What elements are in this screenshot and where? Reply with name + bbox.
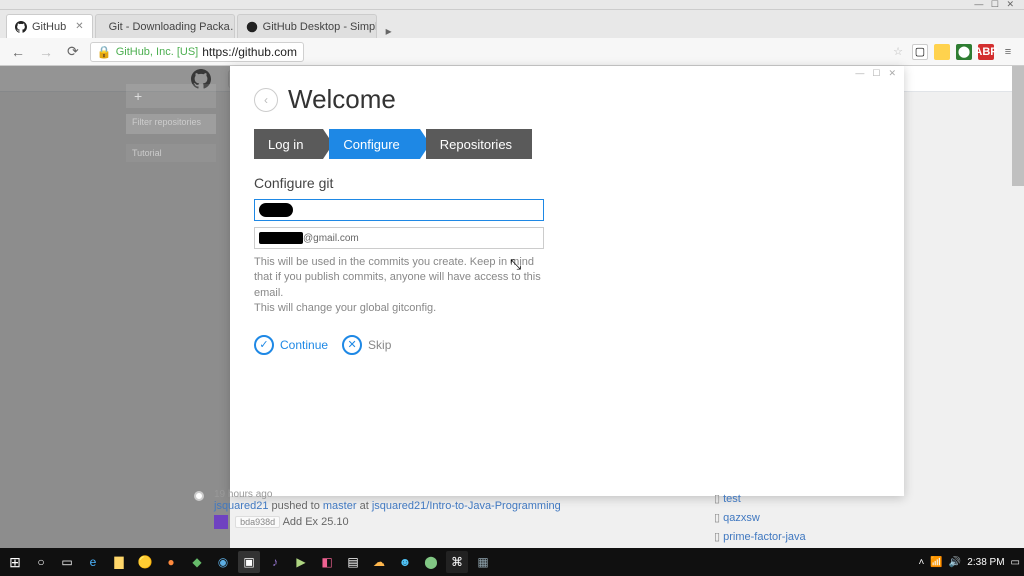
step-configure[interactable]: Configure	[329, 129, 419, 159]
cortana-icon[interactable]: ○	[30, 551, 52, 573]
extension-icon[interactable]: ▢	[912, 44, 928, 60]
adblock-icon[interactable]: ABP	[978, 44, 994, 60]
repo-link[interactable]: jsquared21/Intro-to-Java-Programming	[372, 500, 561, 512]
app-icon[interactable]: ⌘	[446, 551, 468, 573]
app-icon[interactable]: ◧	[316, 551, 338, 573]
reload-button[interactable]: ⟳	[64, 43, 82, 60]
repo-item[interactable]: qazxsw	[714, 508, 1014, 527]
help-text: This will change your global gitconfig.	[254, 301, 544, 316]
tray-icon[interactable]: 🔊	[949, 557, 961, 568]
windows-taskbar: ⊞ ○ ▭ e ▇ 🟡 ● ◆ ◉ ▣ ♪ ▶ ◧ ▤ ☁ ☻ ⬤ ⌘ ▦ ˄ …	[0, 548, 1024, 576]
github-icon	[246, 21, 258, 33]
firefox-icon[interactable]: ●	[160, 551, 182, 573]
repo-item[interactable]: test	[714, 489, 1014, 508]
email-field[interactable]: @gmail.com	[254, 227, 544, 249]
welcome-title: Welcome	[288, 84, 396, 115]
chrome-icon[interactable]: 🟡	[134, 551, 156, 573]
browser-tab-desktop[interactable]: GitHub Desktop - Simpl… ✕	[237, 14, 377, 38]
address-bar[interactable]: 🔒 GitHub, Inc. [US] https://github.com	[90, 42, 304, 62]
commit-message: Add Ex 25.10	[283, 516, 349, 528]
secure-org: GitHub, Inc. [US]	[116, 46, 199, 58]
name-field[interactable]	[254, 199, 544, 221]
repo-item[interactable]: prime-factor-java	[714, 527, 1014, 546]
app-icon[interactable]: ▣	[238, 551, 260, 573]
tab-title: Git - Downloading Packa…	[109, 21, 235, 33]
app-icon[interactable]: ♪	[264, 551, 286, 573]
skip-button[interactable]: ✕ Skip	[342, 335, 391, 355]
new-tab-button[interactable]: ▸	[379, 24, 399, 38]
extension-icon[interactable]	[934, 44, 950, 60]
extension-icon[interactable]: ⬤	[956, 44, 972, 60]
branch-link[interactable]: master	[323, 500, 357, 512]
app-icon[interactable]: ▦	[472, 551, 494, 573]
help-text: This will be used in the commits you cre…	[254, 255, 544, 301]
step-repositories[interactable]: Repositories	[426, 129, 532, 159]
timeline-dot-icon	[194, 491, 204, 501]
step-login[interactable]: Log in	[254, 129, 323, 159]
section-title: Configure git	[254, 175, 880, 191]
scrollbar-thumb[interactable]	[1012, 66, 1024, 186]
add-repo-button[interactable]: +	[126, 84, 216, 108]
continue-button[interactable]: ✓ Continue	[254, 335, 328, 355]
edge-icon[interactable]: e	[82, 551, 104, 573]
commit-avatar	[214, 515, 228, 529]
tab-title: GitHub Desktop - Simpl…	[263, 21, 377, 33]
task-view-icon[interactable]: ▭	[56, 551, 78, 573]
app-icon[interactable]: ⬤	[420, 551, 442, 573]
check-icon: ✓	[254, 335, 274, 355]
step-breadcrumb: Log in Configure Repositories	[254, 129, 880, 159]
redacted-email	[259, 232, 303, 244]
sidebar-item-tutorial[interactable]: Tutorial	[126, 144, 216, 162]
back-button[interactable]: ←	[8, 44, 28, 60]
close-icon[interactable]: ✕	[888, 68, 896, 80]
event-time: 19 hours ago	[214, 489, 684, 500]
forward-button[interactable]: →	[36, 44, 56, 60]
bookmark-star-icon[interactable]: ☆	[890, 44, 906, 60]
close-icon: ✕	[342, 335, 362, 355]
browser-tab-git[interactable]: Git - Downloading Packa… ✕	[95, 14, 235, 38]
clock[interactable]: 2:38 PM	[967, 557, 1004, 568]
browser-toolbar: ← → ⟳ 🔒 GitHub, Inc. [US] https://github…	[0, 38, 1024, 66]
github-icon	[15, 21, 27, 33]
app-icon[interactable]: ◆	[186, 551, 208, 573]
actor-link[interactable]: jsquared21	[214, 500, 268, 512]
tray-arrow-icon[interactable]: ˄	[919, 557, 925, 568]
event-title: jsquared21 pushed to master at jsquared2…	[214, 500, 684, 512]
tab-title: GitHub	[32, 21, 66, 33]
tray-icon[interactable]: 📶	[930, 557, 942, 568]
back-icon[interactable]: ‹	[254, 88, 278, 112]
maximize-icon[interactable]: ☐	[872, 68, 880, 80]
action-center-icon[interactable]: ▭	[1011, 557, 1020, 568]
window-controls[interactable]: — ☐ ✕	[974, 0, 1014, 10]
app-icon[interactable]: ☻	[394, 551, 416, 573]
browser-tab-strip: GitHub ✕ Git - Downloading Packa… ✕ GitH…	[0, 10, 1024, 38]
explorer-icon[interactable]: ▇	[108, 551, 130, 573]
browser-menu-icon[interactable]: ≡	[1000, 44, 1016, 60]
app-icon[interactable]: ▤	[342, 551, 364, 573]
filter-repos-input[interactable]: Filter repositories	[126, 114, 216, 134]
redacted-name	[259, 203, 293, 217]
app-icon[interactable]: ◉	[212, 551, 234, 573]
minimize-icon[interactable]: —	[855, 68, 864, 80]
desktop-sidebar: + Filter repositories Tutorial	[0, 66, 230, 548]
start-button[interactable]: ⊞	[4, 551, 26, 573]
repo-list: test qazxsw prime-factor-java	[714, 489, 1014, 546]
welcome-window: — ☐ ✕ ‹ Welcome Log in Configure Reposit…	[230, 66, 904, 496]
url-text: https://github.com	[202, 45, 297, 59]
app-icon[interactable]: ▶	[290, 551, 312, 573]
close-icon[interactable]: ✕	[75, 21, 83, 32]
email-suffix: @gmail.com	[303, 233, 359, 244]
browser-tab-github[interactable]: GitHub ✕	[6, 14, 93, 38]
window-titlebar: — ☐ ✕	[0, 0, 1024, 10]
commit-sha[interactable]: bda938d	[235, 516, 280, 528]
activity-feed: 19 hours ago jsquared21 pushed to master…	[200, 489, 1014, 546]
plus-icon: +	[134, 88, 142, 104]
lock-icon: 🔒	[97, 45, 112, 59]
app-icon[interactable]: ☁	[368, 551, 390, 573]
vertical-scrollbar[interactable]	[1012, 66, 1024, 548]
